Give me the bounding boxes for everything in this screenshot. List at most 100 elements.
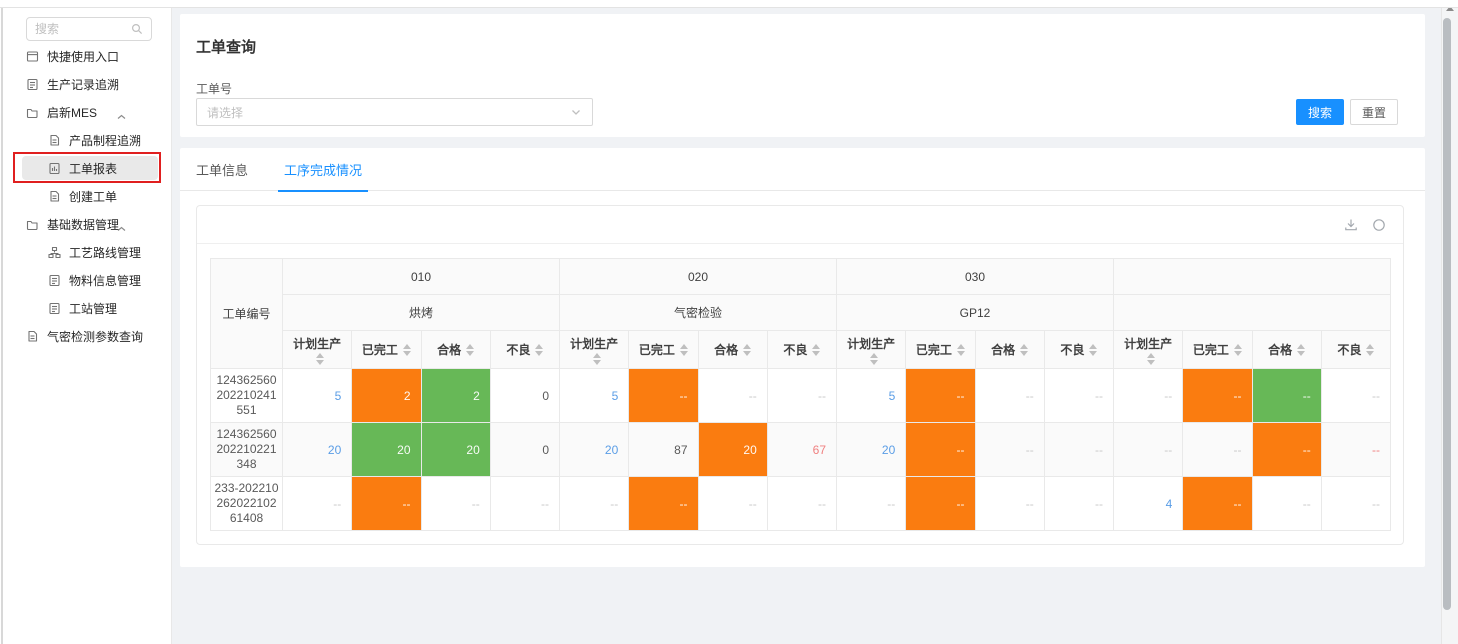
vertical-scrollbar[interactable]	[1441, 0, 1458, 644]
search-icon	[131, 23, 143, 35]
value-cell: --	[1321, 477, 1390, 531]
sub-column-label: 已完工	[362, 341, 398, 358]
sidebar-item-3[interactable]: 启新MES	[0, 98, 172, 126]
table-row: 12436256020221024155152205------5-------…	[211, 369, 1391, 423]
sorter-icon[interactable]	[535, 344, 543, 356]
work-order-select[interactable]: 请选择	[196, 98, 593, 126]
sidebar-item-1[interactable]: 快捷使用入口	[0, 42, 172, 70]
sorter-icon[interactable]	[1234, 344, 1242, 356]
sorter-icon[interactable]	[593, 353, 601, 365]
sub-column-label: 已完工	[916, 341, 952, 358]
sidebar-item-5[interactable]: 工单报表	[0, 154, 172, 182]
table-row: 233-20221026202210261408----------------…	[211, 477, 1391, 531]
value-cell: 67	[767, 423, 836, 477]
sorter-icon[interactable]	[1297, 344, 1305, 356]
value-cell: --	[490, 477, 559, 531]
query-actions: 搜索 重置	[1296, 99, 1398, 125]
sub-column-header: 计划生产	[837, 331, 906, 369]
sub-column-label: 计划生产	[847, 335, 895, 352]
process-completion-table: 工单编号010020030烘烤气密检验GP12计划生产已完工合格不良计划生产已完…	[210, 258, 1391, 531]
sorter-icon[interactable]	[743, 344, 751, 356]
quantity-link[interactable]: 5	[335, 389, 342, 403]
sorter-icon[interactable]	[466, 344, 474, 356]
chevron-up-icon[interactable]	[117, 109, 126, 123]
process-code-header-4	[1114, 259, 1391, 295]
table-card: 工单编号010020030烘烤气密检验GP12计划生产已完工合格不良计划生产已完…	[196, 205, 1404, 545]
sub-column-label: 合格	[714, 341, 738, 358]
value-cell: --	[975, 369, 1044, 423]
download-icon[interactable]	[1343, 217, 1359, 233]
value-cell: --	[1114, 369, 1183, 423]
document-icon	[48, 134, 61, 147]
sorter-icon[interactable]	[403, 344, 411, 356]
value-cell: --	[1183, 369, 1252, 423]
sidebar-item-label: 工艺路线管理	[69, 244, 141, 261]
tab-2[interactable]: 工序完成情况	[284, 148, 362, 191]
sub-column-label: 计划生产	[293, 335, 341, 352]
process-code-header-1: 010	[283, 259, 560, 295]
sub-column-header: 不良	[490, 331, 559, 369]
sorter-icon[interactable]	[812, 344, 820, 356]
value-cell: --	[1183, 477, 1252, 531]
value-cell: --	[975, 477, 1044, 531]
table-head: 工单编号010020030烘烤气密检验GP12计划生产已完工合格不良计划生产已完…	[211, 259, 1391, 369]
sorter-icon[interactable]	[1020, 344, 1028, 356]
chevron-up-icon[interactable]	[117, 221, 126, 235]
select-placeholder: 请选择	[207, 104, 570, 121]
sidebar-item-10[interactable]: 工站管理	[0, 294, 172, 322]
sidebar-item-2[interactable]: 生产记录追溯	[0, 70, 172, 98]
table-body: 12436256020221024155152205------5-------…	[211, 369, 1391, 531]
sidebar-item-label: 工站管理	[69, 300, 117, 317]
sub-column-label: 不良	[1337, 341, 1361, 358]
sorter-icon[interactable]	[957, 344, 965, 356]
sidebar-item-6[interactable]: 创建工单	[0, 182, 172, 210]
scrollbar-thumb[interactable]	[1443, 18, 1451, 610]
record-trace-icon	[26, 78, 39, 91]
sidebar-item-7[interactable]: 基础数据管理	[0, 210, 172, 238]
sidebar-item-4[interactable]: 产品制程追溯	[0, 126, 172, 154]
sidebar-item-label: 快捷使用入口	[47, 48, 119, 65]
value-cell: 5	[560, 369, 629, 423]
quantity-link[interactable]: 5	[889, 389, 896, 403]
tab-bar: 工单信息工序完成情况	[180, 148, 1425, 191]
sub-column-header: 已完工	[906, 331, 975, 369]
value-cell: --	[837, 477, 906, 531]
column-header-order-no: 工单编号	[211, 259, 283, 369]
sorter-icon[interactable]	[316, 353, 324, 365]
value-cell: 87	[629, 423, 698, 477]
sidebar-item-9[interactable]: 物料信息管理	[0, 266, 172, 294]
main-content: 工单查询 工单号 请选择 搜索 重置 工单信息工序完成情况	[172, 8, 1441, 644]
quantity-link[interactable]: 5	[612, 389, 619, 403]
reset-button[interactable]: 重置	[1350, 99, 1398, 125]
sorter-icon[interactable]	[1366, 344, 1374, 356]
value-cell: --	[1044, 369, 1113, 423]
value-cell: --	[767, 477, 836, 531]
refresh-icon[interactable]	[1371, 217, 1387, 233]
sorter-icon[interactable]	[870, 353, 878, 365]
sidebar-item-11[interactable]: 气密检测参数查询	[0, 322, 172, 350]
sidebar-search-input[interactable]	[35, 22, 131, 36]
tab-1[interactable]: 工单信息	[196, 148, 248, 191]
quantity-link[interactable]: 20	[882, 443, 895, 457]
sorter-icon[interactable]	[1089, 344, 1097, 356]
value-cell: 2	[352, 369, 421, 423]
quantity-link[interactable]: 4	[1166, 497, 1173, 511]
query-panel: 工单查询 工单号 请选择 搜索 重置	[180, 14, 1425, 137]
sidebar-item-8[interactable]: 工艺路线管理	[0, 238, 172, 266]
value-cell: --	[906, 369, 975, 423]
search-button[interactable]: 搜索	[1296, 99, 1344, 125]
value-cell: 20	[421, 423, 490, 477]
quantity-link[interactable]: 20	[328, 443, 341, 457]
sorter-icon[interactable]	[680, 344, 688, 356]
sub-column-header: 计划生产	[560, 331, 629, 369]
sub-column-header: 计划生产	[283, 331, 352, 369]
sub-column-label: 不良	[1060, 341, 1084, 358]
folder-icon	[26, 218, 39, 231]
sorter-icon[interactable]	[1147, 353, 1155, 365]
quantity-link[interactable]: 20	[605, 443, 618, 457]
window-top-edge	[0, 0, 1458, 8]
value-cell: 20	[352, 423, 421, 477]
route-nodes-icon	[48, 246, 61, 259]
sidebar-search-box[interactable]	[26, 17, 152, 41]
sub-column-header: 合格	[421, 331, 490, 369]
